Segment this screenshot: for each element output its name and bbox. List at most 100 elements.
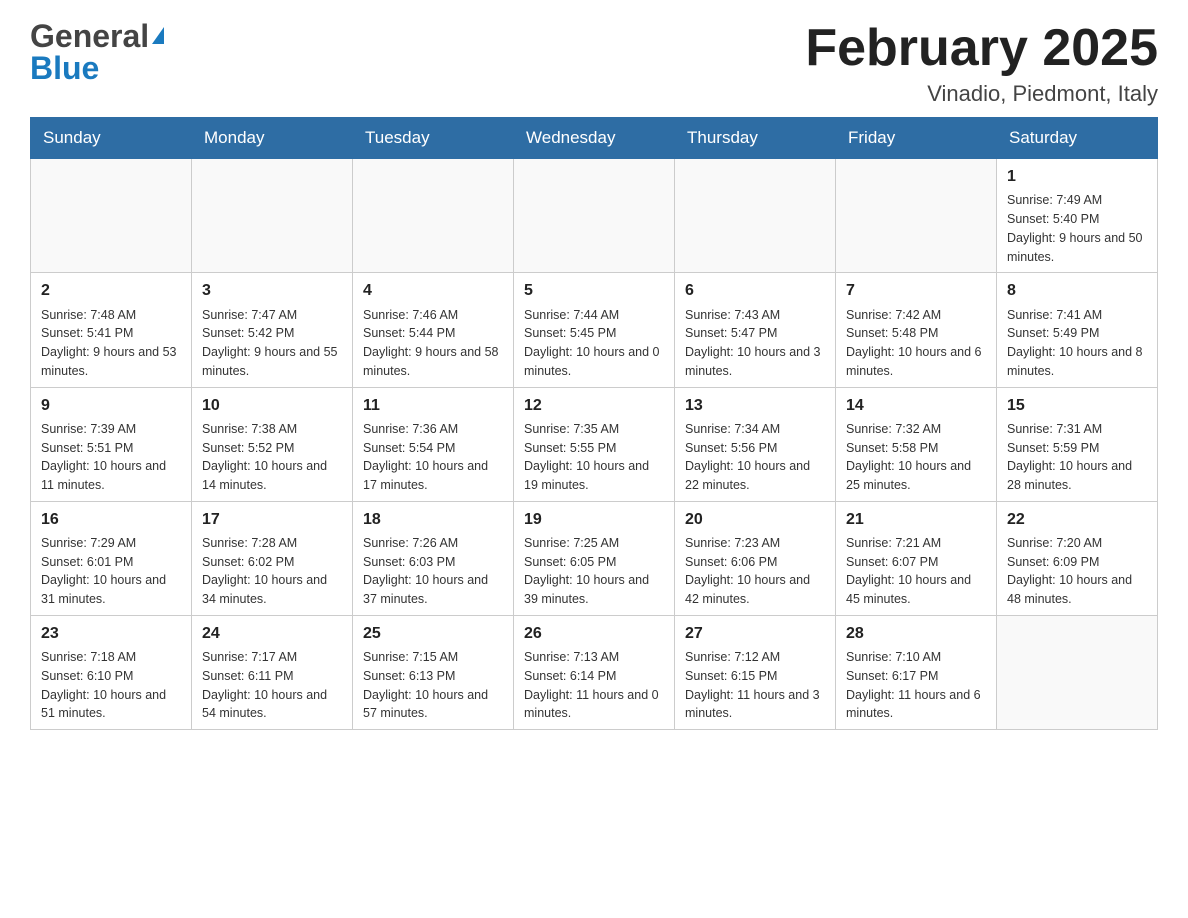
calendar-cell: 14 Sunrise: 7:32 AMSunset: 5:58 PMDayligh… bbox=[836, 387, 997, 501]
calendar-table: SundayMondayTuesdayWednesdayThursdayFrid… bbox=[30, 117, 1158, 730]
day-info: Sunrise: 7:31 AMSunset: 5:59 PMDaylight:… bbox=[1007, 420, 1147, 495]
day-number: 19 bbox=[524, 508, 664, 531]
day-info: Sunrise: 7:49 AMSunset: 5:40 PMDaylight:… bbox=[1007, 191, 1147, 266]
week-row-2: 2 Sunrise: 7:48 AMSunset: 5:41 PMDaylight… bbox=[31, 273, 1158, 387]
week-row-4: 16 Sunrise: 7:29 AMSunset: 6:01 PMDayligh… bbox=[31, 501, 1158, 615]
day-number: 8 bbox=[1007, 279, 1147, 302]
day-number: 26 bbox=[524, 622, 664, 645]
logo-blue: Blue bbox=[30, 52, 99, 84]
calendar-cell: 12Sunrise: 7:35 AMSunset: 5:55 PMDayligh… bbox=[514, 387, 675, 501]
day-info: Sunrise: 7:39 AMSunset: 5:51 PMDaylight:… bbox=[41, 420, 181, 495]
calendar-cell bbox=[31, 159, 192, 273]
day-number: 11 bbox=[363, 394, 503, 417]
day-info: Sunrise: 7:18 AMSunset: 6:10 PMDaylight:… bbox=[41, 648, 181, 723]
logo-triangle-icon bbox=[152, 27, 164, 44]
day-number: 1 bbox=[1007, 165, 1147, 188]
weekday-header-thursday: Thursday bbox=[675, 118, 836, 159]
title-block: February 2025 Vinadio, Piedmont, Italy bbox=[805, 20, 1158, 107]
calendar-cell: 24 Sunrise: 7:17 AMSunset: 6:11 PMDayligh… bbox=[192, 615, 353, 729]
weekday-header-sunday: Sunday bbox=[31, 118, 192, 159]
calendar-cell: 3 Sunrise: 7:47 AMSunset: 5:42 PMDaylight… bbox=[192, 273, 353, 387]
day-number: 24 bbox=[202, 622, 342, 645]
calendar-cell: 5 Sunrise: 7:44 AMSunset: 5:45 PMDaylight… bbox=[514, 273, 675, 387]
day-info: Sunrise: 7:13 AMSunset: 6:14 PMDaylight:… bbox=[524, 648, 664, 723]
calendar-cell: 4Sunrise: 7:46 AMSunset: 5:44 PMDaylight… bbox=[353, 273, 514, 387]
calendar-cell bbox=[353, 159, 514, 273]
calendar-cell: 6Sunrise: 7:43 AMSunset: 5:47 PMDaylight… bbox=[675, 273, 836, 387]
calendar-cell bbox=[514, 159, 675, 273]
calendar-cell bbox=[675, 159, 836, 273]
day-info: Sunrise: 7:44 AMSunset: 5:45 PMDaylight:… bbox=[524, 306, 664, 381]
page-header: General Blue February 2025 Vinadio, Pied… bbox=[30, 20, 1158, 107]
day-number: 2 bbox=[41, 279, 181, 302]
calendar-cell: 17 Sunrise: 7:28 AMSunset: 6:02 PMDayligh… bbox=[192, 501, 353, 615]
day-info: Sunrise: 7:23 AMSunset: 6:06 PMDaylight:… bbox=[685, 534, 825, 609]
day-number: 13 bbox=[685, 394, 825, 417]
logo-general: General bbox=[30, 20, 149, 52]
calendar-cell: 15 Sunrise: 7:31 AMSunset: 5:59 PMDayligh… bbox=[997, 387, 1158, 501]
calendar-cell: 10Sunrise: 7:38 AMSunset: 5:52 PMDayligh… bbox=[192, 387, 353, 501]
calendar-cell: 23 Sunrise: 7:18 AMSunset: 6:10 PMDayligh… bbox=[31, 615, 192, 729]
calendar-cell: 16 Sunrise: 7:29 AMSunset: 6:01 PMDayligh… bbox=[31, 501, 192, 615]
weekday-header-tuesday: Tuesday bbox=[353, 118, 514, 159]
day-info: Sunrise: 7:20 AMSunset: 6:09 PMDaylight:… bbox=[1007, 534, 1147, 609]
calendar-cell: 27 Sunrise: 7:12 AMSunset: 6:15 PMDayligh… bbox=[675, 615, 836, 729]
day-number: 27 bbox=[685, 622, 825, 645]
calendar-cell: 8 Sunrise: 7:41 AMSunset: 5:49 PMDaylight… bbox=[997, 273, 1158, 387]
calendar-cell: 19 Sunrise: 7:25 AMSunset: 6:05 PMDayligh… bbox=[514, 501, 675, 615]
week-row-1: 1 Sunrise: 7:49 AMSunset: 5:40 PMDaylight… bbox=[31, 159, 1158, 273]
weekday-header-saturday: Saturday bbox=[997, 118, 1158, 159]
day-info: Sunrise: 7:48 AMSunset: 5:41 PMDaylight:… bbox=[41, 306, 181, 381]
day-number: 12 bbox=[524, 394, 664, 417]
calendar-cell: 2 Sunrise: 7:48 AMSunset: 5:41 PMDaylight… bbox=[31, 273, 192, 387]
day-number: 16 bbox=[41, 508, 181, 531]
day-number: 18 bbox=[363, 508, 503, 531]
day-info: Sunrise: 7:17 AMSunset: 6:11 PMDaylight:… bbox=[202, 648, 342, 723]
day-info: Sunrise: 7:29 AMSunset: 6:01 PMDaylight:… bbox=[41, 534, 181, 609]
day-number: 14 bbox=[846, 394, 986, 417]
day-number: 20 bbox=[685, 508, 825, 531]
weekday-header-monday: Monday bbox=[192, 118, 353, 159]
day-info: Sunrise: 7:25 AMSunset: 6:05 PMDaylight:… bbox=[524, 534, 664, 609]
weekday-header-friday: Friday bbox=[836, 118, 997, 159]
calendar-cell: 21 Sunrise: 7:21 AMSunset: 6:07 PMDayligh… bbox=[836, 501, 997, 615]
day-number: 25 bbox=[363, 622, 503, 645]
day-info: Sunrise: 7:36 AMSunset: 5:54 PMDaylight:… bbox=[363, 420, 503, 495]
day-info: Sunrise: 7:38 AMSunset: 5:52 PMDaylight:… bbox=[202, 420, 342, 495]
calendar-cell bbox=[836, 159, 997, 273]
day-number: 22 bbox=[1007, 508, 1147, 531]
calendar-cell: 1 Sunrise: 7:49 AMSunset: 5:40 PMDaylight… bbox=[997, 159, 1158, 273]
day-info: Sunrise: 7:15 AMSunset: 6:13 PMDaylight:… bbox=[363, 648, 503, 723]
day-number: 15 bbox=[1007, 394, 1147, 417]
week-row-5: 23 Sunrise: 7:18 AMSunset: 6:10 PMDayligh… bbox=[31, 615, 1158, 729]
day-info: Sunrise: 7:41 AMSunset: 5:49 PMDaylight:… bbox=[1007, 306, 1147, 381]
calendar-cell: 25 Sunrise: 7:15 AMSunset: 6:13 PMDayligh… bbox=[353, 615, 514, 729]
calendar-cell: 28 Sunrise: 7:10 AMSunset: 6:17 PMDayligh… bbox=[836, 615, 997, 729]
calendar-cell: 9Sunrise: 7:39 AMSunset: 5:51 PMDaylight… bbox=[31, 387, 192, 501]
day-number: 3 bbox=[202, 279, 342, 302]
day-number: 21 bbox=[846, 508, 986, 531]
location-title: Vinadio, Piedmont, Italy bbox=[805, 81, 1158, 107]
day-info: Sunrise: 7:21 AMSunset: 6:07 PMDaylight:… bbox=[846, 534, 986, 609]
day-info: Sunrise: 7:47 AMSunset: 5:42 PMDaylight:… bbox=[202, 306, 342, 381]
logo: General Blue bbox=[30, 20, 164, 84]
calendar-cell: 26 Sunrise: 7:13 AMSunset: 6:14 PMDayligh… bbox=[514, 615, 675, 729]
calendar-cell bbox=[997, 615, 1158, 729]
day-info: Sunrise: 7:34 AMSunset: 5:56 PMDaylight:… bbox=[685, 420, 825, 495]
calendar-cell: 20 Sunrise: 7:23 AMSunset: 6:06 PMDayligh… bbox=[675, 501, 836, 615]
week-row-3: 9Sunrise: 7:39 AMSunset: 5:51 PMDaylight… bbox=[31, 387, 1158, 501]
day-info: Sunrise: 7:28 AMSunset: 6:02 PMDaylight:… bbox=[202, 534, 342, 609]
calendar-cell bbox=[192, 159, 353, 273]
day-info: Sunrise: 7:10 AMSunset: 6:17 PMDaylight:… bbox=[846, 648, 986, 723]
day-number: 23 bbox=[41, 622, 181, 645]
weekday-header-row: SundayMondayTuesdayWednesdayThursdayFrid… bbox=[31, 118, 1158, 159]
month-title: February 2025 bbox=[805, 20, 1158, 77]
day-number: 5 bbox=[524, 279, 664, 302]
day-info: Sunrise: 7:32 AMSunset: 5:58 PMDaylight:… bbox=[846, 420, 986, 495]
day-number: 28 bbox=[846, 622, 986, 645]
weekday-header-wednesday: Wednesday bbox=[514, 118, 675, 159]
day-number: 17 bbox=[202, 508, 342, 531]
day-info: Sunrise: 7:12 AMSunset: 6:15 PMDaylight:… bbox=[685, 648, 825, 723]
day-number: 6 bbox=[685, 279, 825, 302]
calendar-cell: 13 Sunrise: 7:34 AMSunset: 5:56 PMDayligh… bbox=[675, 387, 836, 501]
